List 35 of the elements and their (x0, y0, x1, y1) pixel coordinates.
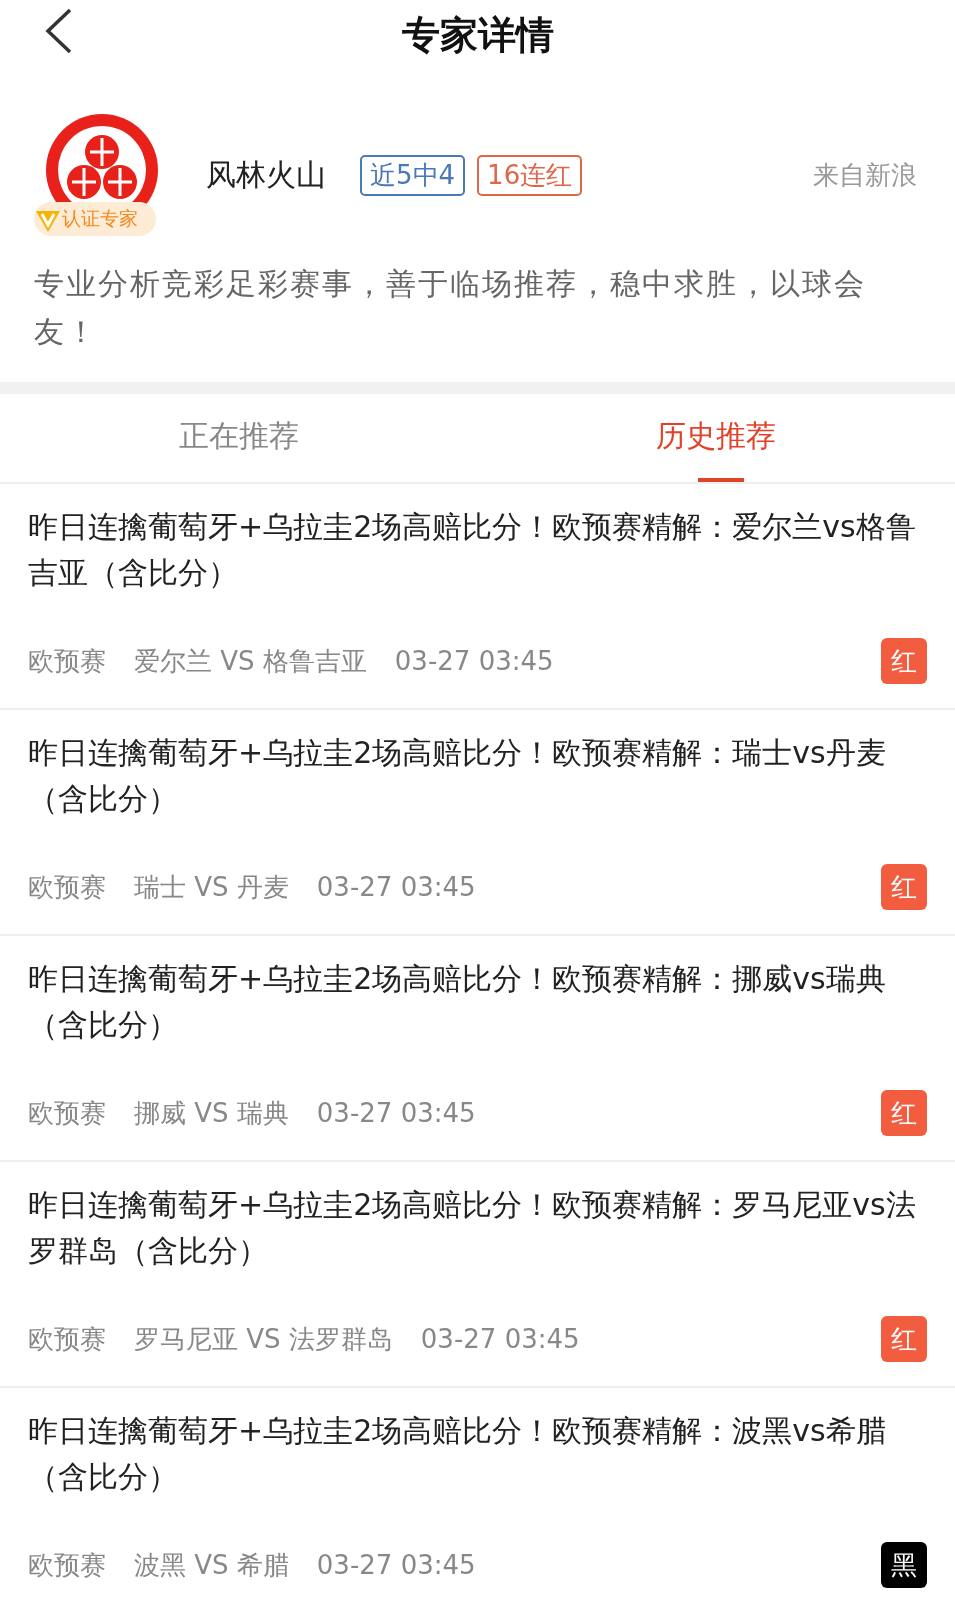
league-label: 欧预赛 (28, 1548, 106, 1582)
match-time: 03-27 03:45 (316, 1550, 476, 1580)
page-title: 专家详情 (401, 11, 554, 59)
match-label: 爱尔兰 VS 格鲁吉亚 (134, 644, 367, 678)
match-label: 罗马尼亚 VS 法罗群岛 (134, 1322, 393, 1356)
article-title[interactable]: 昨日连擒葡萄牙+乌拉圭2场高赔比分！欧预赛精解：罗马尼亚vs法罗群岛（含比分） (28, 1182, 927, 1274)
league-label: 欧预赛 (28, 1096, 106, 1130)
back-icon[interactable] (44, 8, 74, 54)
source-label: 来自新浪 (813, 158, 917, 192)
result-badge: 红 (881, 864, 927, 910)
expert-name: 风林火山 (206, 155, 326, 194)
match-label: 波黑 VS 希腊 (134, 1548, 289, 1582)
match-label: 挪威 VS 瑞典 (134, 1096, 289, 1130)
stat-tag: 16连红 (477, 154, 583, 196)
tab[interactable]: 正在推荐 (178, 394, 299, 482)
result-badge: 红 (881, 1316, 927, 1362)
match-label: 瑞士 VS 丹麦 (134, 870, 289, 904)
article-title[interactable]: 昨日连擒葡萄牙+乌拉圭2场高赔比分！欧预赛精解：瑞士vs丹麦（含比分） (28, 730, 927, 822)
league-label: 欧预赛 (28, 644, 106, 678)
article-title[interactable]: 昨日连擒葡萄牙+乌拉圭2场高赔比分！欧预赛精解：挪威vs瑞典（含比分） (28, 956, 927, 1048)
match-time: 03-27 03:45 (394, 646, 554, 676)
expert-bio: 专业分析竞彩足彩赛事，善于临场推荐，稳中求胜，以球会友！ (34, 265, 867, 351)
result-badge: 红 (881, 638, 927, 684)
stat-tag: 近5中4 (360, 154, 466, 196)
league-label: 欧预赛 (28, 1322, 106, 1356)
article-title[interactable]: 昨日连擒葡萄牙+乌拉圭2场高赔比分！欧预赛精解：波黑vs希腊（含比分） (28, 1408, 927, 1500)
league-label: 欧预赛 (28, 870, 106, 904)
result-badge: 黑 (881, 1542, 927, 1588)
result-badge: 红 (881, 1090, 927, 1136)
match-time: 03-27 03:45 (316, 1098, 476, 1128)
verified-label: 认证专家 (62, 206, 138, 231)
match-time: 03-27 03:45 (420, 1324, 580, 1354)
article-title[interactable]: 昨日连擒葡萄牙+乌拉圭2场高赔比分！欧预赛精解：爱尔兰vs格鲁吉亚（含比分） (28, 504, 927, 596)
tab[interactable]: 历史推荐 (656, 394, 777, 482)
match-time: 03-27 03:45 (316, 872, 476, 902)
